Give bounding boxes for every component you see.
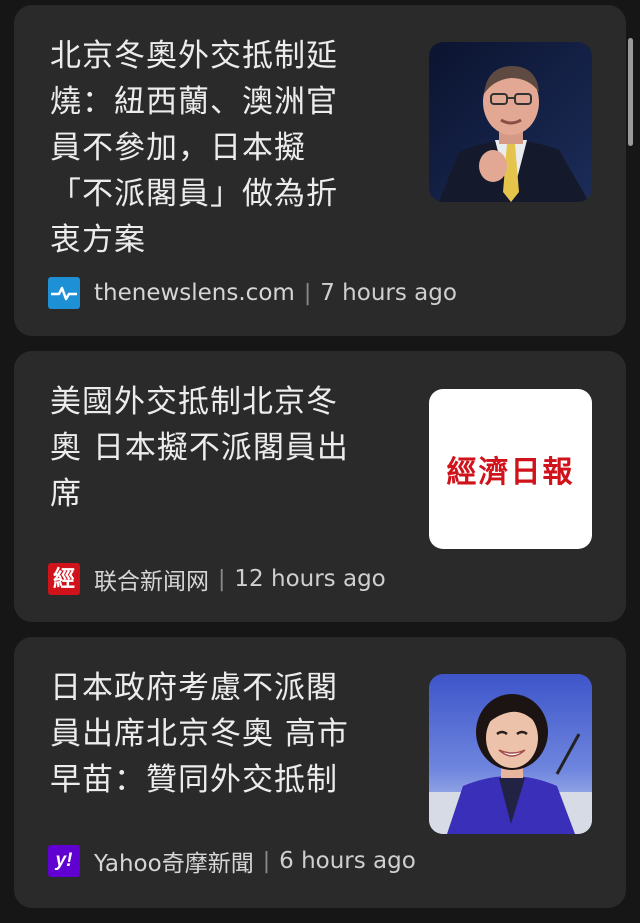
headline-line: 衷方案 [50,222,146,258]
scrollbar-thumb[interactable] [628,38,633,146]
headline-line: 北京冬奧外交抵制延 [50,38,338,74]
headline-line: 員不參加，日本擬 [50,130,306,166]
news-headline[interactable]: 美國外交抵制北京冬 奧 日本擬不派閣員出 席 [50,379,395,517]
news-source-row[interactable]: thenewslens.com | 7 hours ago [48,276,457,310]
source-name: Yahoo奇摩新聞 [94,851,254,877]
yahoo-logo-icon: y! [48,845,80,877]
headline-line: 燒：紐西蘭、澳洲官 [50,84,338,120]
politician-speaking-photo [429,42,592,202]
news-card[interactable]: 北京冬奧外交抵制延 燒：紐西蘭、澳洲官 員不參加，日本擬 「不派閣員」做為折 衷… [14,5,626,336]
publish-time: 7 hours ago [320,280,457,306]
headline-line: 席 [50,476,82,512]
woman-smiling-photo [429,674,592,834]
source-name: 联合新闻网 [94,569,209,595]
headline-line: 員出席北京冬奧 高市 [50,716,349,752]
publish-time: 6 hours ago [279,848,416,874]
headline-line: 奧 日本擬不派閣員出 [50,430,349,466]
headline-line: 「不派閣員」做為折 [50,176,338,212]
meta-separator: | [218,566,226,592]
news-card[interactable]: 美國外交抵制北京冬 奧 日本擬不派閣員出 席 經濟日報 經 联合新闻网 | 12… [14,351,626,622]
meta-separator: | [303,280,312,306]
udn-logo-icon: 經 [48,563,80,595]
news-source-row[interactable]: y! Yahoo奇摩新聞 | 6 hours ago [48,844,416,878]
news-source-row[interactable]: 經 联合新闻网 | 12 hours ago [48,562,386,596]
publish-time: 12 hours ago [234,566,386,592]
headline-line: 早苗：贊同外交抵制 [50,762,338,798]
news-headline[interactable]: 日本政府考慮不派閣 員出席北京冬奧 高市 早苗：贊同外交抵制 [50,665,395,803]
news-card[interactable]: 日本政府考慮不派閣 員出席北京冬奧 高市 早苗：贊同外交抵制 y! Yahoo奇… [14,637,626,908]
meta-separator: | [262,848,271,874]
news-headline[interactable]: 北京冬奧外交抵制延 燒：紐西蘭、澳洲官 員不參加，日本擬 「不派閣員」做為折 衷… [50,33,395,263]
news-thumbnail[interactable]: 經濟日報 [429,389,592,549]
headline-line: 美國外交抵制北京冬 [50,384,338,420]
udn-logo-glyph: 經 [52,566,75,592]
news-thumbnail[interactable] [429,42,592,202]
newspaper-masthead-logo: 經濟日報 [446,455,575,490]
headline-line: 日本政府考慮不派閣 [50,670,338,706]
source-name: thenewslens.com [94,280,295,306]
news-thumbnail[interactable] [429,674,592,834]
newslens-pulse-icon-glyph [51,286,77,301]
news-feed: 北京冬奧外交抵制延 燒：紐西蘭、澳洲官 員不參加，日本擬 「不派閣員」做為折 衷… [0,0,640,923]
newslens-pulse-icon [48,277,80,309]
yahoo-logo-glyph: y! [55,850,73,871]
